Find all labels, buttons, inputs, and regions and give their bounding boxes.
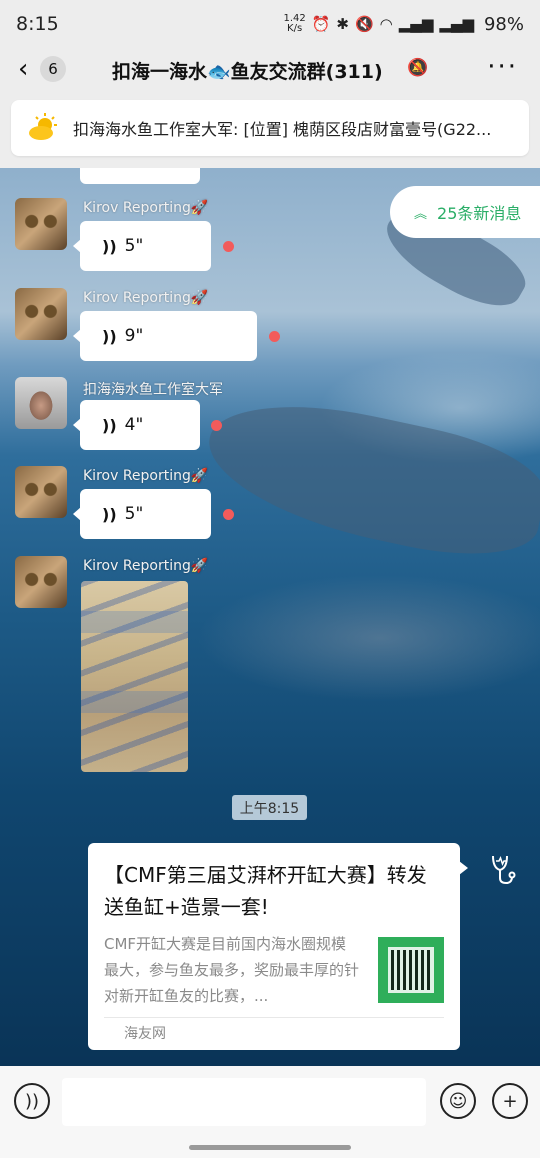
- battery-level: 98%: [483, 13, 524, 35]
- pinned-notice-text: 扣海海水鱼工作室大军: [位置] 槐荫区段店财富壹号(G22...: [73, 120, 492, 139]
- new-messages-button[interactable]: ︽ 25条新消息: [390, 186, 540, 238]
- message-input[interactable]: [62, 1078, 426, 1126]
- double-chevron-up-icon: ︽: [414, 206, 428, 222]
- unread-dot: [269, 331, 280, 342]
- link-card-source: 海友网: [124, 1026, 166, 1042]
- avatar[interactable]: [15, 556, 67, 608]
- photo-tape: [81, 611, 188, 633]
- voice-wave-icon: )): [102, 504, 117, 524]
- voice-message[interactable]: )) 5": [73, 221, 211, 271]
- avatar[interactable]: [15, 288, 67, 340]
- sender-name: Kirov Reporting🚀: [83, 558, 209, 574]
- divider: [104, 1017, 444, 1018]
- sun-cloud-icon: [29, 113, 57, 140]
- bluetooth-icon: ✱: [336, 15, 349, 33]
- smile-icon[interactable]: ☺: [440, 1083, 476, 1119]
- voice-wave-icon: )): [102, 415, 117, 435]
- alarm-icon: ⏰: [311, 15, 331, 33]
- network-speed: 1.42 K/s: [283, 14, 305, 34]
- home-indicator[interactable]: [189, 1145, 351, 1150]
- link-card[interactable]: 【CMF第三届艾湃杯开缸大赛】转发送鱼缸+造景一套! CMF开缸大赛是目前国内海…: [88, 843, 468, 1050]
- unread-count-badge[interactable]: 6: [40, 56, 66, 82]
- voice-wave-icon: )): [102, 236, 117, 256]
- chat-title-bar: ‹ 6 扣海一海水🐟鱼友交流群(311) 🔕 ···: [0, 48, 540, 92]
- more-dots-icon[interactable]: ···: [487, 52, 518, 82]
- pinned-notice[interactable]: 扣海海水鱼工作室大军: [位置] 槐荫区段店财富壹号(G22...: [11, 100, 529, 156]
- link-card-description: CMF开缸大赛是目前国内海水圈规模最大，参与鱼友最多，奖励最丰厚的针对新开缸鱼友…: [104, 935, 360, 1005]
- status-icons: 1.42 K/s ⏰ ✱ 🔇 ◠ ▂▄▆ ▂▄▆ 98%: [283, 14, 524, 35]
- new-messages-label: 25条新消息: [437, 204, 522, 223]
- sender-name: Kirov Reporting🚀: [83, 468, 209, 484]
- voice-duration: 5": [124, 504, 144, 524]
- image-message[interactable]: [81, 581, 188, 772]
- voice-wave-icon: )): [102, 326, 117, 346]
- unread-dot: [223, 509, 234, 520]
- voice-message[interactable]: )) 9": [73, 311, 257, 361]
- signal2-icon: ▂▄▆: [439, 15, 474, 33]
- sender-name: Kirov Reporting🚀: [83, 290, 209, 306]
- avatar[interactable]: [15, 198, 67, 250]
- background-whale: [196, 383, 540, 573]
- previous-message-bubble[interactable]: [80, 168, 200, 184]
- chevron-left-icon[interactable]: ‹: [18, 54, 28, 84]
- voice-wave-icon[interactable]: )): [14, 1083, 50, 1119]
- signal-icon: ▂▄▆: [398, 15, 434, 33]
- wifi-icon: ◠: [379, 15, 393, 33]
- photo-tape: [81, 691, 188, 713]
- bell-off-icon: 🔕: [407, 58, 429, 78]
- link-card-title: 【CMF第三届艾湃杯开缸大赛】转发送鱼缸+造景一套!: [104, 863, 427, 919]
- sender-name: 扣海海水鱼工作室大军: [83, 382, 223, 398]
- silent-icon: 🔇: [354, 15, 374, 33]
- network-speed-unit: K/s: [287, 23, 303, 34]
- status-time: 8:15: [16, 13, 59, 35]
- avatar[interactable]: [15, 377, 67, 429]
- voice-duration: 5": [124, 236, 144, 256]
- unread-dot: [211, 420, 222, 431]
- unread-dot: [223, 241, 234, 252]
- voice-duration: 4": [124, 415, 144, 435]
- sender-name: Kirov Reporting🚀: [83, 200, 209, 216]
- voice-message[interactable]: )) 4": [73, 400, 200, 450]
- status-bar: 8:15 1.42 K/s ⏰ ✱ 🔇 ◠ ▂▄▆ ▂▄▆ 98%: [0, 0, 540, 48]
- voice-duration: 9": [124, 326, 144, 346]
- stethoscope-heart-avatar-icon[interactable]: [484, 852, 518, 886]
- timestamp: 上午8:15: [232, 795, 307, 820]
- qr-code-thumbnail: [378, 937, 444, 1003]
- avatar[interactable]: [15, 466, 67, 518]
- plus-icon[interactable]: +: [492, 1083, 528, 1119]
- voice-message[interactable]: )) 5": [73, 489, 211, 539]
- chat-title: 扣海一海水🐟鱼友交流群(311): [112, 61, 383, 83]
- chat-messages-area[interactable]: Kirov Reporting🚀 )) 5" Kirov Reporting🚀 …: [0, 168, 540, 1066]
